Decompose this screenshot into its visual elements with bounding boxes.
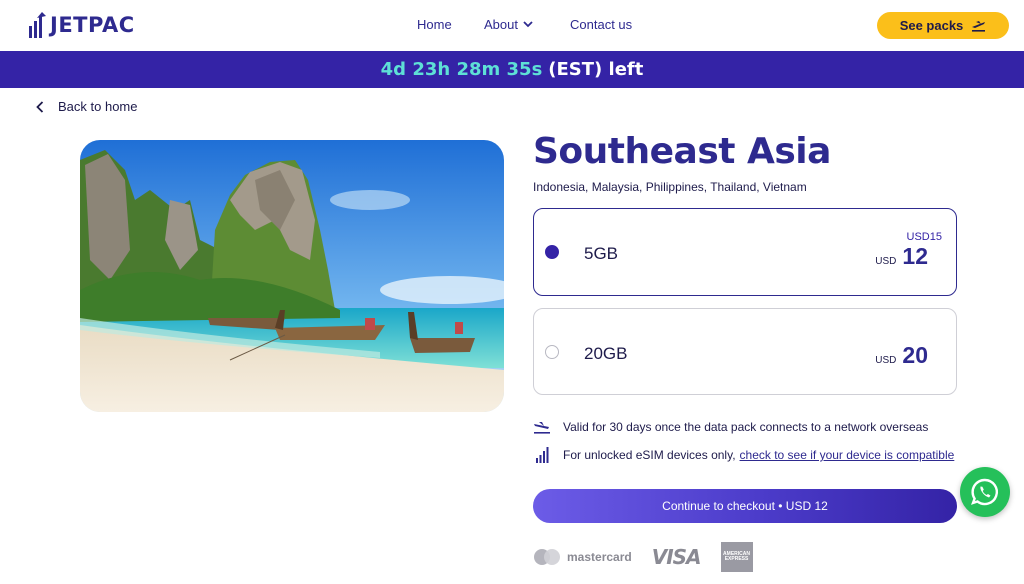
nav-about-label: About (484, 17, 518, 32)
country-list: Indonesia, Malaysia, Philippines, Thaila… (533, 180, 807, 194)
checkout-button[interactable]: Continue to checkout • USD 12 (533, 489, 957, 523)
logo-text: JETPAC (50, 13, 135, 37)
device-info: For unlocked eSIM devices only, check to… (533, 446, 954, 464)
whatsapp-icon (971, 478, 998, 506)
signal-bars-icon (533, 446, 551, 464)
mastercard-logo: mastercard (533, 548, 632, 566)
countdown-banner: 4d 23h 28m 35s (EST) left (0, 51, 1024, 88)
whatsapp-chat-button[interactable] (960, 467, 1010, 517)
see-packs-button[interactable]: See packs (877, 12, 1009, 39)
countdown-timer: 4d 23h 28m 35s (380, 59, 543, 80)
original-price: USD15 (906, 231, 942, 243)
validity-info: Valid for 30 days once the data pack con… (533, 418, 928, 436)
pack-price: USD 20 (875, 342, 928, 369)
nav-home[interactable]: Home (417, 17, 452, 32)
price-value: 12 (902, 243, 928, 269)
mastercard-icon (534, 549, 560, 565)
jetpac-logo[interactable]: JETPAC (28, 12, 135, 38)
back-to-home-link[interactable]: Back to home (36, 99, 138, 114)
payment-methods: mastercard VISA AMERICAN EXPRESS (533, 542, 753, 572)
plane-icon (972, 21, 986, 32)
pack-label: 20GB (584, 344, 628, 363)
nav-about[interactable]: About (484, 17, 533, 32)
chevron-down-icon (523, 21, 533, 28)
validity-text: Valid for 30 days once the data pack con… (563, 420, 929, 434)
price-value: 20 (902, 342, 928, 368)
radio-selected[interactable] (545, 245, 559, 259)
site-header: JETPAC Home About Contact us See packs (0, 0, 1024, 51)
pack-option-5gb[interactable]: 5GB USD15 USD 12 (533, 208, 957, 296)
mastercard-text: mastercard (567, 550, 632, 564)
nav-contact[interactable]: Contact us (570, 17, 632, 32)
logo-bars-icon (29, 12, 46, 38)
price-currency: USD (875, 256, 897, 267)
price-currency: USD (875, 355, 897, 366)
chevron-left-icon (36, 100, 44, 113)
device-text: For unlocked eSIM devices only, (563, 448, 736, 462)
visa-logo: VISA (651, 545, 702, 569)
destination-title: Southeast Asia (533, 131, 831, 172)
compatibility-link[interactable]: check to see if your device is compatibl… (740, 448, 955, 462)
radio-unselected[interactable] (545, 345, 559, 359)
pack-option-20gb[interactable]: 20GB USD 20 (533, 308, 957, 395)
pack-label: 5GB (584, 244, 619, 263)
countdown-suffix: (EST) left (548, 59, 644, 80)
amex-line-2: EXPRESS (724, 556, 749, 562)
plane-landing-icon (533, 418, 551, 436)
pack-price: USD 12 (875, 243, 928, 270)
see-packs-label: See packs (899, 18, 964, 33)
destination-image (80, 140, 504, 412)
back-label: Back to home (58, 99, 138, 114)
amex-logo: AMERICAN EXPRESS (720, 542, 753, 572)
